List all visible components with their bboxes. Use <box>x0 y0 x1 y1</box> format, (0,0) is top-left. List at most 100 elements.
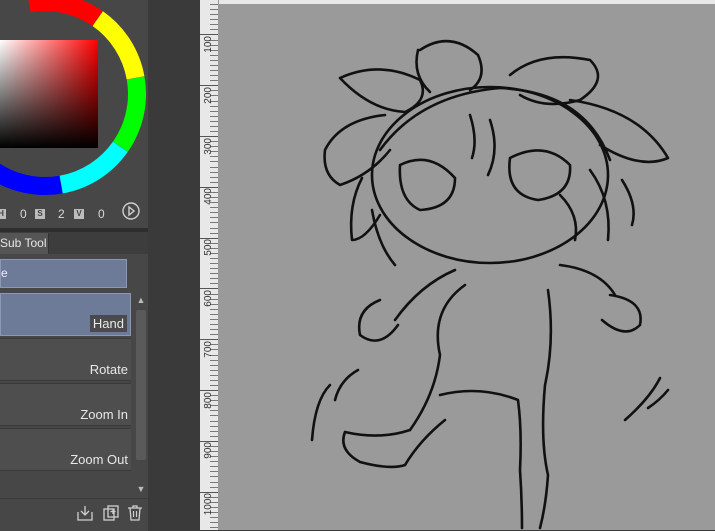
ruler-tick <box>210 374 218 376</box>
ruler-tick <box>210 110 218 112</box>
ruler-tick <box>210 171 218 173</box>
ruler-tick <box>210 425 218 427</box>
ruler-tick <box>210 410 218 412</box>
ruler-tick <box>210 212 218 214</box>
ruler-tick <box>210 522 218 524</box>
character-sketch <box>310 39 670 530</box>
ruler-label: 700 <box>203 340 214 358</box>
ruler-tick <box>210 125 218 127</box>
ruler-label: 300 <box>203 137 214 155</box>
subtool-item-label: Zoom Out <box>70 452 128 467</box>
ruler-label: 800 <box>203 391 214 409</box>
ruler-tick <box>210 258 218 259</box>
panel-gap <box>148 0 200 530</box>
ruler-tick <box>210 75 218 77</box>
ruler-tick <box>210 156 218 158</box>
ruler-tick <box>210 268 218 270</box>
subtool-item-label: Rotate <box>89 362 128 377</box>
hsv-h-value: 0 <box>20 207 27 221</box>
ruler-tick <box>210 364 218 366</box>
ruler-tick <box>210 222 218 224</box>
hsv-h-badge: H <box>0 209 6 219</box>
ruler-tick <box>210 466 218 468</box>
color-wheel[interactable] <box>0 0 148 205</box>
ruler-tick <box>210 359 218 361</box>
ruler-tick <box>210 476 218 478</box>
ruler-label: 500 <box>203 239 214 256</box>
subtool-item-zoom-in[interactable]: Zoom In <box>0 383 131 426</box>
ruler-tick <box>210 308 218 310</box>
ruler-tick <box>210 471 218 473</box>
ruler-tick <box>210 385 218 386</box>
ruler-tick <box>210 379 218 381</box>
ruler-tick <box>210 430 218 432</box>
subtool-item-label: Zoom In <box>80 407 128 422</box>
vertical-ruler[interactable]: 100 200 300 400 500 600 700 800 900 1000 <box>200 0 219 530</box>
ruler-tick <box>210 120 218 122</box>
ruler-tick <box>210 59 218 61</box>
ruler-tick <box>210 131 218 132</box>
color-wheel-panel <box>0 0 148 228</box>
subtool-group-field[interactable]: e <box>0 259 127 288</box>
subtool-scroll-thumb[interactable] <box>136 310 146 460</box>
ruler-tick <box>210 181 218 183</box>
ruler-tick <box>210 54 218 56</box>
ruler-tick <box>210 161 218 163</box>
ruler-tick <box>210 19 218 21</box>
ruler-tick <box>210 4 218 5</box>
ruler-tick <box>210 369 218 371</box>
ruler-tick <box>210 273 218 275</box>
ruler-label: 1000 <box>203 493 214 516</box>
ruler-tick <box>210 324 218 326</box>
ruler-tick <box>210 176 218 178</box>
drawing-canvas[interactable] <box>219 4 715 530</box>
hsv-s-badge: S <box>35 209 45 219</box>
ruler-tick <box>210 166 218 168</box>
ruler-tick <box>210 481 218 483</box>
ruler-tick <box>210 517 218 519</box>
ruler-tick <box>210 29 218 31</box>
ruler-tick <box>210 461 218 463</box>
ruler-tick <box>210 527 218 529</box>
ruler-label: 200 <box>203 86 214 104</box>
ruler-tick <box>210 80 218 82</box>
hsv-v-badge: V <box>74 209 84 219</box>
ruler-tick <box>210 263 218 265</box>
subtool-list: Hand Rotate Zoom In Zoom Out <box>0 292 134 472</box>
ruler-tick <box>210 105 218 107</box>
ruler-tick <box>210 64 218 66</box>
trash-icon[interactable] <box>126 504 144 522</box>
ruler-tick <box>210 329 218 331</box>
ruler-tick <box>210 334 218 336</box>
ruler-tick <box>210 70 218 72</box>
ruler-tick <box>210 435 218 437</box>
ruler-label: 600 <box>203 290 214 307</box>
color-sync-icon[interactable] <box>122 202 140 220</box>
subtool-item-label: Hand <box>89 315 127 332</box>
ruler-tick <box>210 24 218 26</box>
save-preset-icon[interactable] <box>76 504 94 522</box>
ruler-tick <box>210 318 218 320</box>
ruler-tick <box>210 227 218 229</box>
ruler-label: 100 <box>203 36 214 53</box>
ruler-label: 900 <box>203 442 214 460</box>
duplicate-icon[interactable] <box>102 504 120 522</box>
scroll-down-icon[interactable]: ▼ <box>134 482 148 496</box>
subtool-item-rotate[interactable]: Rotate <box>0 338 131 381</box>
ruler-tick <box>210 420 218 422</box>
ruler-tick <box>210 415 218 417</box>
ruler-tick <box>210 486 218 488</box>
hsv-v-value: 0 <box>98 207 105 221</box>
ruler-tick <box>210 232 218 234</box>
hsv-s-value: 2 <box>58 207 65 221</box>
ruler-tick <box>210 278 218 280</box>
ruler-tick <box>210 313 218 315</box>
ruler-tick <box>210 9 218 11</box>
subtool-item-zoom-out[interactable]: Zoom Out <box>0 428 131 471</box>
ruler-tick <box>210 207 218 209</box>
ruler-label: 400 <box>203 188 214 206</box>
subtool-item-hand[interactable]: Hand <box>0 293 131 336</box>
scroll-up-icon[interactable]: ▲ <box>134 293 148 307</box>
tab-sub-tool[interactable]: Sub Tool <box>0 233 49 254</box>
ruler-tick <box>210 217 218 219</box>
